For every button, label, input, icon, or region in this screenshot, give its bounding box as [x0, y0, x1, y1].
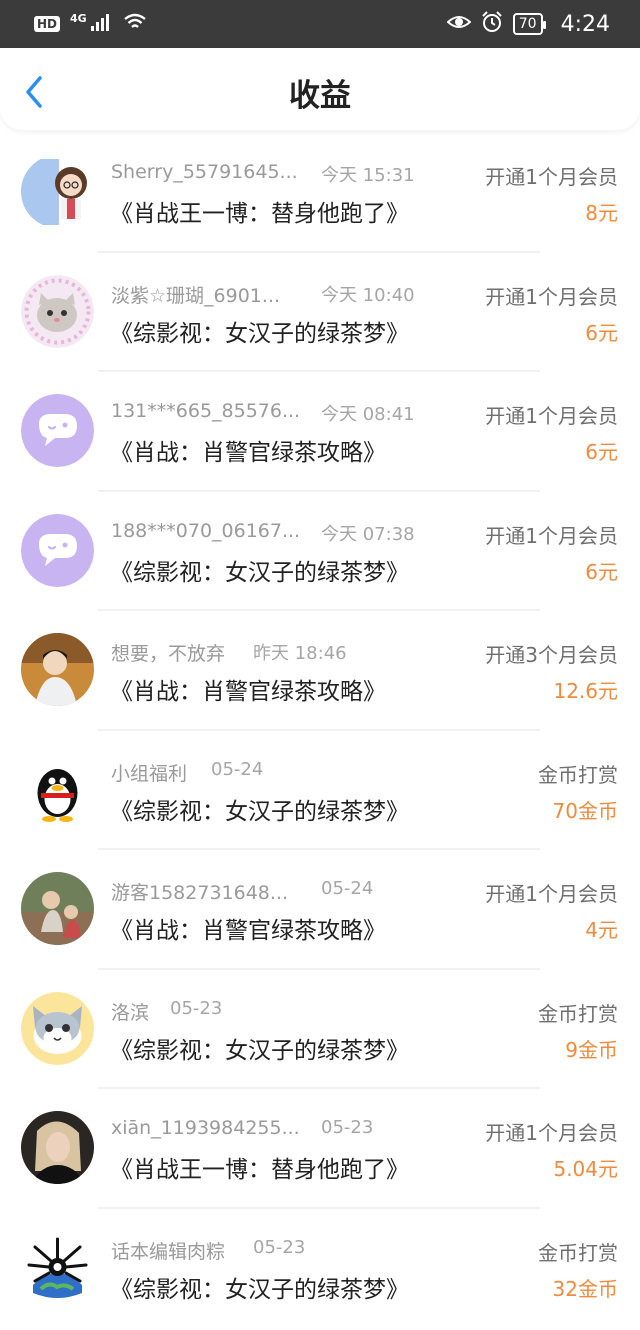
clock: 4:24	[560, 11, 610, 37]
signal-icon	[90, 12, 113, 36]
list-item[interactable]: 131***665_85576... 今天 08:41 《肖战：肖警官绿茶攻略》…	[0, 372, 640, 492]
book-title: 《综影视：女汉子的绿茶梦》	[110, 1276, 409, 1303]
status-left: HD 4G	[34, 12, 147, 36]
earning-type: 金币打赏	[538, 762, 618, 787]
hd-badge: HD	[34, 16, 61, 32]
eye-icon	[446, 12, 472, 36]
user-name: 淡紫☆珊瑚_6901...	[111, 284, 281, 307]
list-item[interactable]: 小组福利 05-24 《综影视：女汉子的绿茶梦》 金币打赏 70金币	[0, 731, 640, 850]
page-title: 收益	[289, 78, 351, 114]
book-title: 《肖战王一博：替身他跑了》	[110, 201, 409, 227]
timestamp: 05-23	[170, 997, 223, 1019]
earning-amount: 8元	[585, 201, 618, 225]
earning-type: 开通1个月会员	[485, 523, 618, 548]
book-title: 《肖战王一博：替身他跑了》	[110, 1157, 409, 1183]
cat-cartoon-avatar[interactable]	[21, 274, 94, 348]
earning-type: 开通1个月会员	[485, 404, 618, 428]
timestamp: 今天 10:40	[321, 284, 415, 306]
globe-avatar[interactable]	[21, 1230, 94, 1304]
timestamp: 05-23	[321, 1117, 374, 1138]
book-title: 《综影视：女汉子的绿茶梦》	[110, 320, 409, 347]
user-name: 洛滨	[111, 1001, 150, 1024]
earning-type: 开通1个月会员	[485, 165, 618, 189]
user-name: 131***665_85576...	[111, 400, 301, 422]
female-cartoon-avatar[interactable]	[21, 155, 94, 228]
page-header: 收益	[0, 48, 640, 130]
battery-icon: 70	[512, 13, 546, 35]
earning-type: 金币打赏	[538, 1001, 618, 1026]
status-right: 70 4:24	[446, 10, 610, 38]
earning-type: 开通1个月会员	[485, 882, 618, 906]
cat-cartoon-avatar[interactable]	[21, 991, 94, 1065]
earning-type: 开通1个月会员	[485, 1121, 618, 1145]
user-name: Sherry_55791645...	[111, 161, 298, 183]
timestamp: 05-24	[321, 878, 374, 899]
user-name: xiān_1193984255...	[111, 1117, 300, 1139]
list-item[interactable]: 淡紫☆珊瑚_6901... 今天 10:40 《综影视：女汉子的绿茶梦》 开通1…	[0, 253, 640, 372]
list-item[interactable]: 188***070_06167... 今天 07:38 《综影视：女汉子的绿茶梦…	[0, 492, 640, 611]
list-item[interactable]: 想要，不放弃 昨天 18:46 《肖战：肖警官绿茶攻略》 开通3个月会员 12.…	[0, 611, 640, 731]
photo-avatar[interactable]	[21, 633, 94, 706]
status-bar: HD 4G 70 4:24	[0, 0, 640, 48]
earning-amount: 6元	[585, 559, 618, 584]
earning-amount: 4元	[585, 918, 618, 942]
user-name: 小组福利	[111, 762, 188, 785]
photo-avatar[interactable]	[21, 1111, 94, 1184]
book-title: 《肖战：肖警官绿茶攻略》	[110, 440, 386, 466]
user-name: 想要，不放弃	[111, 643, 226, 665]
timestamp: 05-24	[211, 758, 264, 780]
earning-type: 开通3个月会员	[485, 643, 618, 667]
earning-amount: 6元	[585, 320, 618, 345]
default-chat-avatar[interactable]	[21, 513, 94, 587]
earning-amount: 6元	[585, 440, 618, 464]
alarm-icon	[481, 10, 503, 38]
book-title: 《肖战：肖警官绿茶攻略》	[110, 918, 386, 944]
earning-type: 金币打赏	[538, 1240, 618, 1265]
list-item[interactable]: 话本编辑肉粽 05-23 《综影视：女汉子的绿茶梦》 金币打赏 32金币	[0, 1209, 640, 1329]
earning-amount: 12.6元	[553, 679, 618, 703]
list-item[interactable]: Sherry_55791645... 今天 15:31 《肖战王一博：替身他跑了…	[0, 133, 640, 253]
user-name: 游客1582731648...	[111, 882, 289, 904]
user-name: 话本编辑肉粽	[111, 1240, 226, 1263]
timestamp: 昨天 18:46	[253, 643, 347, 664]
book-title: 《综影视：女汉子的绿茶梦》	[110, 559, 409, 586]
user-name: 188***070_06167...	[111, 519, 301, 542]
book-title: 《综影视：女汉子的绿茶梦》	[110, 1037, 409, 1064]
list-item[interactable]: xiān_1193984255... 05-23 《肖战王一博：替身他跑了》 开…	[0, 1089, 640, 1209]
book-title: 《综影视：女汉子的绿茶梦》	[110, 798, 409, 825]
wifi-icon	[123, 12, 147, 36]
default-chat-avatar[interactable]	[21, 394, 94, 467]
photo-avatar[interactable]	[21, 872, 94, 945]
network-type: 4G	[70, 11, 87, 25]
timestamp: 今天 08:41	[321, 404, 415, 425]
earning-amount: 5.04元	[553, 1157, 618, 1181]
list-item[interactable]: 洛滨 05-23 《综影视：女汉子的绿茶梦》 金币打赏 9金币	[0, 970, 640, 1089]
list-item[interactable]: 游客1582731648... 05-24 《肖战：肖警官绿茶攻略》 开通1个月…	[0, 850, 640, 970]
earning-amount: 32金币	[552, 1276, 618, 1301]
earning-amount: 9金币	[565, 1037, 618, 1062]
timestamp: 05-23	[253, 1236, 306, 1258]
timestamp: 今天 07:38	[321, 523, 415, 545]
penguin-avatar[interactable]	[21, 752, 94, 826]
timestamp: 今天 15:31	[321, 165, 415, 186]
earning-amount: 70金币	[552, 798, 618, 823]
earnings-list: Sherry_55791645... 今天 15:31 《肖战王一博：替身他跑了…	[0, 133, 640, 1328]
earning-type: 开通1个月会员	[485, 284, 618, 309]
book-title: 《肖战：肖警官绿茶攻略》	[110, 679, 386, 705]
